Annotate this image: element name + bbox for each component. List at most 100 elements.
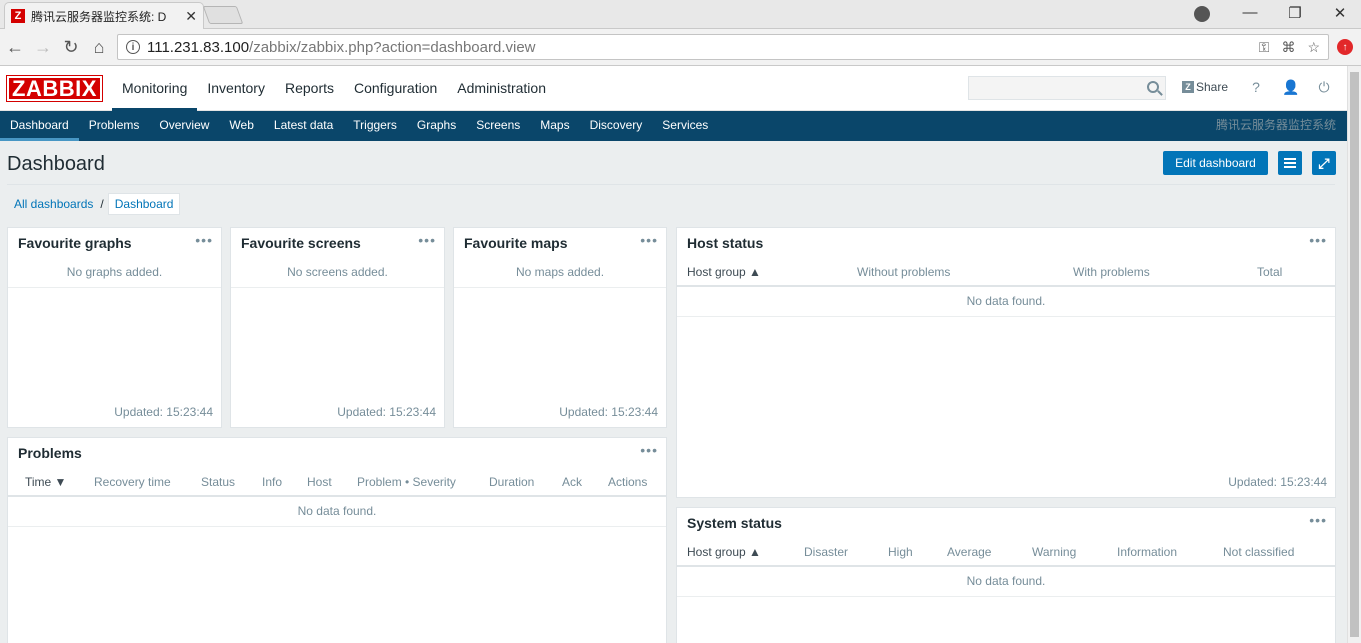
- browser-tab[interactable]: Z 腾讯云服务器监控系统: D ✕: [4, 2, 204, 29]
- page-title: Dashboard: [7, 153, 105, 175]
- col-host-group[interactable]: Host group ▲: [687, 265, 761, 279]
- sub-menu: Dashboard Problems Overview Web Latest d…: [0, 111, 1347, 141]
- forward-icon[interactable]: →: [33, 37, 53, 57]
- search-input[interactable]: [968, 76, 1166, 100]
- bookmark-star-icon[interactable]: ☆: [1307, 39, 1320, 56]
- back-icon[interactable]: ←: [5, 37, 25, 57]
- window-restore-button[interactable]: ❐: [1285, 4, 1305, 22]
- widget-favourite-screens: Favourite screens ••• No screens added. …: [230, 227, 445, 428]
- empty-message: No data found.: [8, 497, 666, 527]
- submenu-discovery[interactable]: Discovery: [580, 111, 653, 141]
- col-duration: Duration: [489, 474, 535, 489]
- server-name: 腾讯云服务器监控系统: [1215, 118, 1336, 132]
- edit-dashboard-button[interactable]: Edit dashboard: [1163, 151, 1268, 175]
- empty-message: No data found.: [677, 567, 1335, 597]
- help-icon[interactable]: ?: [1248, 79, 1264, 95]
- widget-title: Favourite maps: [464, 235, 568, 251]
- address-bar[interactable]: i 111.231.83.100/zabbix/zabbix.php?actio…: [117, 34, 1329, 60]
- col-warning: Warning: [1032, 544, 1077, 559]
- browser-tabstrip: Z 腾讯云服务器监控系统: D ✕ — ❐ ✕: [0, 0, 1361, 29]
- col-recovery-time: Recovery time: [94, 474, 171, 489]
- menu-administration[interactable]: Administration: [447, 66, 556, 111]
- menu-reports[interactable]: Reports: [275, 66, 344, 111]
- submenu-latest-data[interactable]: Latest data: [264, 111, 343, 141]
- col-without-problems: Without problems: [857, 264, 951, 279]
- widget-title: Host status: [687, 235, 764, 251]
- menu-inventory[interactable]: Inventory: [197, 66, 275, 111]
- tab-close-icon[interactable]: ✕: [185, 8, 197, 25]
- translate-icon[interactable]: ⌘: [1281, 39, 1295, 56]
- table-header: Host group ▲ Without problems With probl…: [677, 258, 1335, 287]
- widget-title: Favourite graphs: [18, 235, 132, 251]
- widget-menu-icon[interactable]: •••: [640, 442, 658, 458]
- user-profile-icon[interactable]: 👤: [1282, 79, 1299, 96]
- search-icon[interactable]: [1147, 81, 1159, 93]
- browser-profile-icon[interactable]: [1194, 6, 1210, 22]
- widget-host-status: Host status ••• Host group ▲ Without pro…: [676, 227, 1336, 498]
- empty-message: No graphs added.: [8, 258, 221, 288]
- submenu-maps[interactable]: Maps: [530, 111, 579, 141]
- window-minimize-button[interactable]: —: [1240, 4, 1260, 21]
- submenu-dashboard[interactable]: Dashboard: [0, 111, 79, 141]
- menu-configuration[interactable]: Configuration: [344, 66, 447, 111]
- table-header: Time ▼ Recovery time Status Info Host Pr…: [8, 468, 666, 497]
- col-average: Average: [947, 544, 992, 559]
- widget-menu-icon[interactable]: •••: [418, 232, 436, 248]
- widget-menu-icon[interactable]: •••: [640, 232, 658, 248]
- breadcrumb-current[interactable]: Dashboard: [107, 193, 181, 215]
- logout-icon[interactable]: ⏻: [1316, 79, 1332, 96]
- col-host: Host: [307, 474, 332, 489]
- widget-menu-icon[interactable]: •••: [1309, 232, 1327, 248]
- col-time[interactable]: Time ▼: [25, 475, 66, 489]
- widget-title: Favourite screens: [241, 235, 361, 251]
- divider: [7, 184, 1335, 185]
- submenu-overview[interactable]: Overview: [149, 111, 219, 141]
- col-with-problems: With problems: [1073, 264, 1150, 279]
- col-ack: Ack: [562, 474, 583, 489]
- widget-menu-icon[interactable]: •••: [1309, 512, 1327, 528]
- window-close-button[interactable]: ✕: [1330, 4, 1350, 22]
- submenu-triggers[interactable]: Triggers: [343, 111, 407, 141]
- col-problem-severity: Problem • Severity: [357, 474, 456, 489]
- breadcrumb-all-dashboards[interactable]: All dashboards: [7, 197, 100, 211]
- site-info-icon[interactable]: i: [126, 40, 140, 54]
- fullscreen-button[interactable]: ⤢: [1312, 151, 1336, 175]
- col-host-group[interactable]: Host group ▲: [687, 545, 761, 559]
- updated-time: Updated: 15:23:44: [114, 405, 213, 419]
- col-actions: Actions: [608, 474, 648, 489]
- col-not-classified: Not classified: [1223, 544, 1295, 559]
- dashboard-actions-button[interactable]: [1278, 151, 1302, 175]
- key-icon[interactable]: ⚿: [1259, 39, 1270, 56]
- widget-problems: Problems ••• Time ▼ Recovery time Status…: [7, 437, 667, 643]
- reload-icon[interactable]: ↻: [61, 37, 81, 57]
- widget-menu-icon[interactable]: •••: [195, 232, 213, 248]
- breadcrumb-separator: /: [100, 197, 104, 211]
- empty-message: No maps added.: [454, 258, 666, 288]
- zabbix-logo[interactable]: ZABBIX: [6, 75, 103, 102]
- extension-icon[interactable]: ↑: [1337, 39, 1353, 55]
- menu-monitoring[interactable]: Monitoring: [112, 66, 198, 111]
- widget-title: Problems: [18, 445, 82, 461]
- home-icon[interactable]: ⌂: [89, 37, 109, 57]
- zabbix-favicon-icon: Z: [11, 9, 25, 23]
- share-link[interactable]: Z Share: [1182, 80, 1228, 94]
- page-scrollbar[interactable]: [1347, 66, 1361, 643]
- submenu-web[interactable]: Web: [219, 111, 263, 141]
- empty-message: No data found.: [677, 287, 1335, 317]
- col-disaster: Disaster: [804, 544, 849, 559]
- submenu-screens[interactable]: Screens: [466, 111, 530, 141]
- fullscreen-icon: ⤢: [1318, 154, 1330, 171]
- updated-time: Updated: 15:23:44: [559, 405, 658, 419]
- top-menu: Monitoring Inventory Reports Configurati…: [112, 66, 556, 111]
- submenu-graphs[interactable]: Graphs: [407, 111, 466, 141]
- updated-time: Updated: 15:23:44: [337, 405, 436, 419]
- submenu-services[interactable]: Services: [652, 111, 718, 141]
- widget-favourite-graphs: Favourite graphs ••• No graphs added. Up…: [7, 227, 222, 428]
- table-header: Host group ▲ Disaster High Average Warni…: [677, 538, 1335, 567]
- col-info: Info: [262, 474, 283, 489]
- submenu-problems[interactable]: Problems: [79, 111, 150, 141]
- scrollbar-thumb[interactable]: [1350, 72, 1359, 637]
- new-tab-button[interactable]: [202, 6, 244, 24]
- url-host: 111.231.83.100: [147, 38, 250, 56]
- updated-time: Updated: 15:23:44: [1228, 475, 1327, 489]
